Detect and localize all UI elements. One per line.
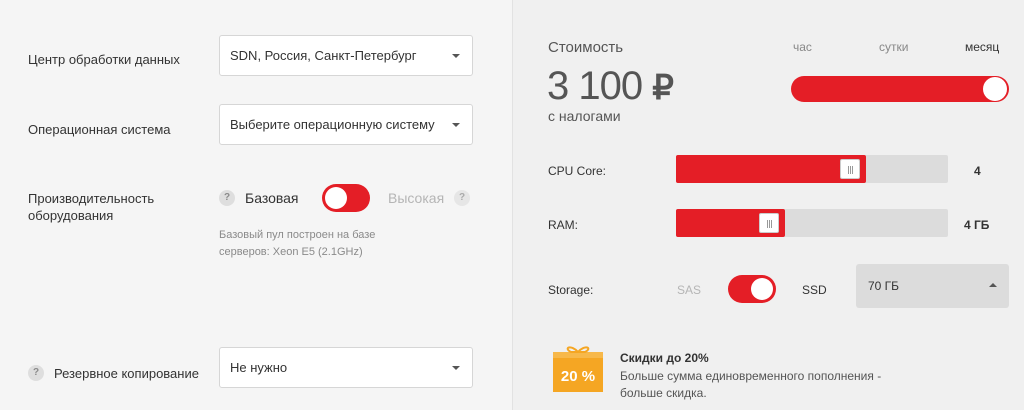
os-select[interactable]: Выберите операционную систему [219,104,473,145]
promo-badge: 20 % [561,368,595,385]
datacenter-select[interactable]: SDN, Россия, Санкт-Петербург [219,35,473,76]
os-label: Операционная система [28,122,171,137]
gift-icon: 20 % [553,346,603,392]
performance-hint-line2: серверов: Xeon E5 (2.1GHz) [219,246,363,258]
period-slider[interactable] [791,76,1009,102]
performance-option-base[interactable]: Базовая [245,190,299,207]
price-caption: Стоимость [548,39,624,56]
backup-value: Не нужно [230,360,288,375]
cpu-label: CPU Core: [548,164,607,178]
ram-label: RAM: [548,218,578,232]
performance-label-line2: оборудования [28,208,114,223]
ram-slider-handle[interactable] [759,213,779,233]
backup-select[interactable]: Не нужно [219,347,473,388]
datacenter-value: SDN, Россия, Санкт-Петербург [230,48,417,63]
cpu-value: 4 [974,164,981,178]
chevron-down-icon [452,366,460,370]
performance-option-high[interactable]: Высокая [388,190,444,207]
price-value: 3 100 ₽ [547,64,674,109]
toggle-knob [751,278,773,300]
storage-size-select[interactable]: 70 ГБ [856,264,1009,308]
cpu-slider-fill [676,155,866,183]
question-icon[interactable]: ? [219,190,235,206]
storage-option-sas[interactable]: SAS [677,282,701,299]
storage-label: Storage: [548,283,594,297]
price-amount: 3 100 [547,64,643,108]
toggle-knob [325,187,347,209]
config-panel: Центр обработки данных SDN, Россия, Санк… [0,0,512,410]
datacenter-label: Центр обработки данных [28,52,180,67]
promo-text-line2: больше скидка. [620,386,707,400]
period-day[interactable]: сутки [879,40,908,54]
chevron-down-icon [452,123,460,127]
promo-text-line1: Больше сумма единовременного пополнения … [620,369,882,383]
chevron-down-icon [452,54,460,58]
ram-value: 4 ГБ [964,218,990,232]
storage-option-ssd[interactable]: SSD [802,282,827,299]
os-placeholder: Выберите операционную систему [230,117,435,132]
cpu-slider-handle[interactable] [840,159,860,179]
cpu-slider[interactable] [676,155,948,183]
performance-hint-line1: Базовый пул построен на базе [219,229,376,241]
storage-size-value: 70 ГБ [868,279,900,293]
performance-toggle[interactable] [322,184,370,212]
promo-title: Скидки до 20% [620,351,709,365]
period-slider-handle[interactable] [983,77,1007,101]
question-icon[interactable]: ? [28,365,44,381]
summary-panel: Стоимость 3 100 ₽ с налогами час сутки м… [512,0,1024,410]
tax-note: с налогами [548,108,621,124]
question-icon[interactable]: ? [454,190,470,206]
backup-label: Резервное копирование [54,366,199,381]
performance-label-line1: Производительность [28,191,155,206]
storage-toggle[interactable] [728,275,776,303]
currency-symbol: ₽ [652,69,674,107]
period-month[interactable]: месяц [965,40,999,54]
ram-slider[interactable] [676,209,948,237]
period-hour[interactable]: час [793,40,812,54]
caret-up-icon [989,283,997,287]
